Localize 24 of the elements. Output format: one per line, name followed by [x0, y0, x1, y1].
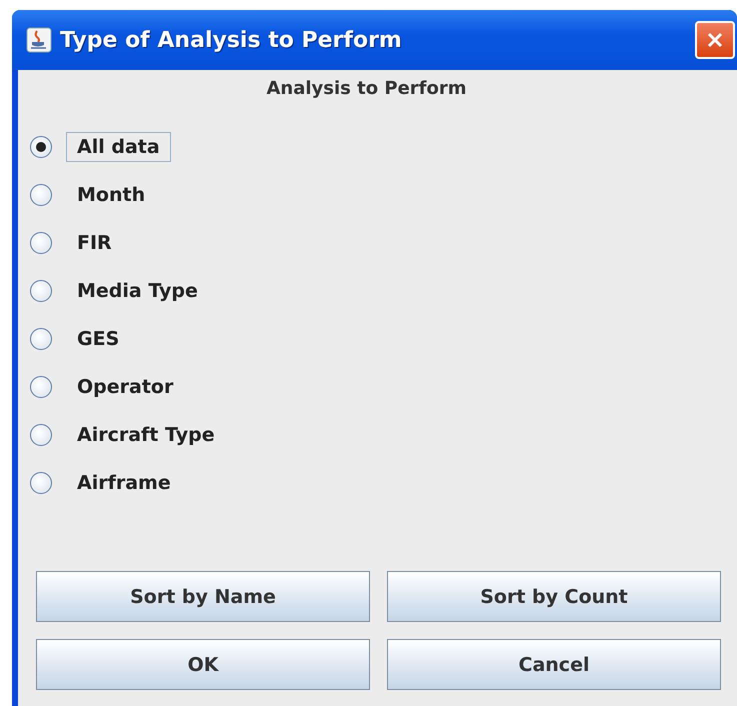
dialog-button[interactable]: Sort by Count [387, 571, 721, 622]
radio-button[interactable] [30, 136, 52, 158]
radio-button[interactable] [30, 184, 52, 206]
window-title: Type of Analysis to Perform [60, 28, 402, 52]
cup-icon [26, 27, 52, 53]
option-label[interactable]: Airframe [66, 468, 182, 498]
radio-button[interactable] [30, 280, 52, 302]
radio-button[interactable] [30, 472, 52, 494]
dialog-button[interactable]: OK [36, 639, 370, 690]
close-button[interactable] [695, 21, 735, 59]
radio-button[interactable] [30, 232, 52, 254]
section-heading: Analysis to Perform [265, 78, 468, 99]
option-label[interactable]: FIR [66, 228, 123, 258]
option-label[interactable]: All data [66, 132, 171, 162]
radio-button[interactable] [30, 328, 52, 350]
option-label[interactable]: Month [66, 180, 156, 210]
radio-button[interactable] [30, 424, 52, 446]
option-label[interactable]: Aircraft Type [66, 420, 226, 450]
option-label[interactable]: Operator [66, 372, 184, 402]
option-label[interactable]: Media Type [66, 276, 209, 306]
dialog-button[interactable]: Cancel [387, 639, 721, 690]
radio-button[interactable] [30, 376, 52, 398]
dialog-button[interactable]: Sort by Name [36, 571, 370, 622]
option-label[interactable]: GES [66, 324, 130, 354]
